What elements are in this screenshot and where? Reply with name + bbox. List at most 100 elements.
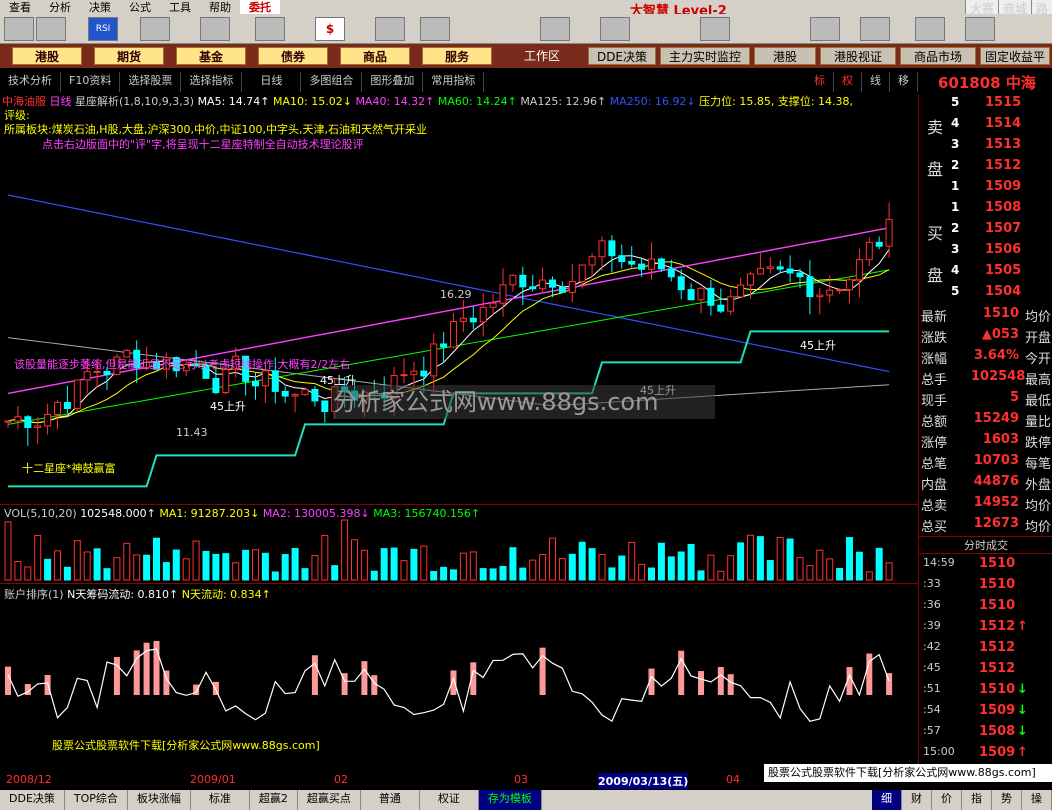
stat-row: 总手 102548 最高 [919,369,1052,390]
stat-key2: 均价 [1025,310,1052,325]
sell-level-row[interactable]: 2 1512 [919,158,1052,179]
buy-level-row[interactable]: 2 1507 [919,221,1052,242]
candle-body [321,400,329,413]
nav-commodity[interactable]: 商品 [340,47,410,65]
stat-key: 内盘 [921,478,948,493]
tab-common[interactable]: 常用指标 [423,72,485,92]
nav-fixed-income[interactable]: 固定收益平 [980,47,1050,65]
arrow-icon[interactable] [200,17,230,41]
nav-futures[interactable]: 期货 [94,47,164,65]
volume-bar [667,556,675,581]
vol-ma2: MA2: 130005.398↓ [262,507,370,520]
tab-mark[interactable]: 标 [806,72,834,92]
nav-fund[interactable]: 基金 [176,47,246,65]
buy-level-row[interactable]: 1 1508 [919,200,1052,221]
bottom-right-tab[interactable]: 势 [992,790,1022,810]
menu-item[interactable]: 查看 [0,0,40,15]
tab-tech[interactable]: 技术分析 [0,72,61,92]
volume-bar [865,571,873,581]
volume-bar [756,536,764,581]
bottom-tab[interactable]: 普通 [361,790,420,810]
stat-key: 涨停 [921,436,948,451]
candle-body [865,241,873,261]
bottom-right-tab[interactable]: 价 [932,790,962,810]
nav-hk[interactable]: 港股 [754,47,816,65]
tab-multi[interactable]: 多图组合 [301,72,363,92]
back-icon[interactable] [4,17,34,41]
pen-icon[interactable] [600,17,630,41]
prompt-line[interactable]: 点击右边版面中的"评"字,将呈现十二星座特制全自动技术理论股评 [42,136,364,152]
buy-level-row[interactable]: 3 1506 [919,242,1052,263]
sell-level-row[interactable]: 4 1514 [919,116,1052,137]
bottom-right-tab[interactable]: 财 [902,790,932,810]
sell-level-row[interactable]: 5 1515 [919,95,1052,116]
chart-icon[interactable] [140,17,170,41]
order-button[interactable]: 委托 [240,0,280,15]
menu-item[interactable]: 分析 [40,0,80,15]
sell-level-row[interactable]: 3 1513 [919,137,1052,158]
workarea-label[interactable]: 工作区 [502,47,582,65]
analysis-message: 该股量能逐步萎缩,但是能近显不足,可以考虑短线操作,大概有2/2左右 [14,358,351,371]
tab-overlay[interactable]: 图形叠加 [362,72,424,92]
book-icon[interactable] [700,17,730,41]
rsi-icon[interactable]: RSI [88,17,118,41]
tick-row: 14:59 1510 [919,556,1052,577]
nav-hk-warrant[interactable]: 港股视证 [820,47,896,65]
bottom-tab[interactable]: 超赢2 [250,790,298,810]
books-icon[interactable] [915,17,945,41]
buy-level-row[interactable]: 5 1504 [919,284,1052,305]
bottom-tab-save-template[interactable]: 存为模板 [478,790,542,810]
nav-commodity-market[interactable]: 商品市场 [900,47,976,65]
menu-item[interactable]: 工具 [160,0,200,15]
calendar-icon[interactable] [540,17,570,41]
tab-move[interactable]: 移 [890,72,918,92]
window-icon[interactable] [860,17,890,41]
nav-bond[interactable]: 债券 [258,47,328,65]
nav-monitor[interactable]: 主力实时监控 [660,47,750,65]
bottom-right-tab[interactable]: 细 [872,790,902,810]
menu-item[interactable]: 决策 [80,0,120,15]
menu-item[interactable]: 公式 [120,0,160,15]
bottom-tab[interactable]: 权证 [420,790,479,810]
tab-f10[interactable]: F10资料 [61,72,121,92]
bottom-tab[interactable]: 板块涨幅 [128,790,191,810]
tick-arrow: ↓ [1017,724,1028,739]
sell-level-row[interactable]: 1 1509 [919,179,1052,200]
date-label: 2008/12 [6,773,52,786]
tick-price: 1510 [979,556,1016,571]
bottom-tab[interactable]: 标准 [191,790,250,810]
account-pane[interactable]: 账户排序(1) N天筹码流动: 0.810↑ N天流动: 0.834↑ 股票公式… [0,585,918,773]
bottom-tab[interactable]: TOP综合 [65,790,128,810]
money-icon[interactable] [420,17,450,41]
volume-pane[interactable]: VOL(5,10,20) 102548.000↑ MA1: 91287.203↓… [0,506,918,584]
doc-icon[interactable] [810,17,840,41]
tab-daily[interactable]: 日线 [242,72,302,92]
stat-value: 1510 [982,306,1019,321]
nav-hk-stock[interactable]: 港股 [12,47,82,65]
ma10-value: MA10: 15.02↓ [273,95,352,107]
tab-line[interactable]: 线 [862,72,890,92]
stat-key: 总手 [921,373,948,388]
candle-body [796,272,804,278]
grid-icon[interactable] [36,17,66,41]
bottom-right-tab[interactable]: 操 [1022,790,1052,810]
bottom-tab[interactable]: 超赢买点 [298,790,361,810]
nav-dde[interactable]: DDE决策 [588,47,656,65]
bottom-right-tab[interactable]: 指 [962,790,992,810]
monitor-icon[interactable] [375,17,405,41]
ruler-icon[interactable] [255,17,285,41]
dollar-icon[interactable]: $ [315,17,345,41]
stat-row: 总买 12673 均价 [919,516,1052,537]
level-index: 2 [951,158,960,172]
candle-body [707,287,715,306]
tab-select-indicator[interactable]: 选择指标 [181,72,243,92]
bottom-tab[interactable]: DDE决策 [0,790,65,810]
candle-body [420,370,428,377]
volume-bar [747,534,754,581]
tab-right[interactable]: 权 [834,72,862,92]
paint-icon[interactable] [965,17,995,41]
menu-item[interactable]: 帮助 [200,0,240,15]
buy-level-row[interactable]: 4 1505 [919,263,1052,284]
tab-select-stock[interactable]: 选择股票 [120,72,182,92]
nav-service[interactable]: 服务 [422,47,492,65]
